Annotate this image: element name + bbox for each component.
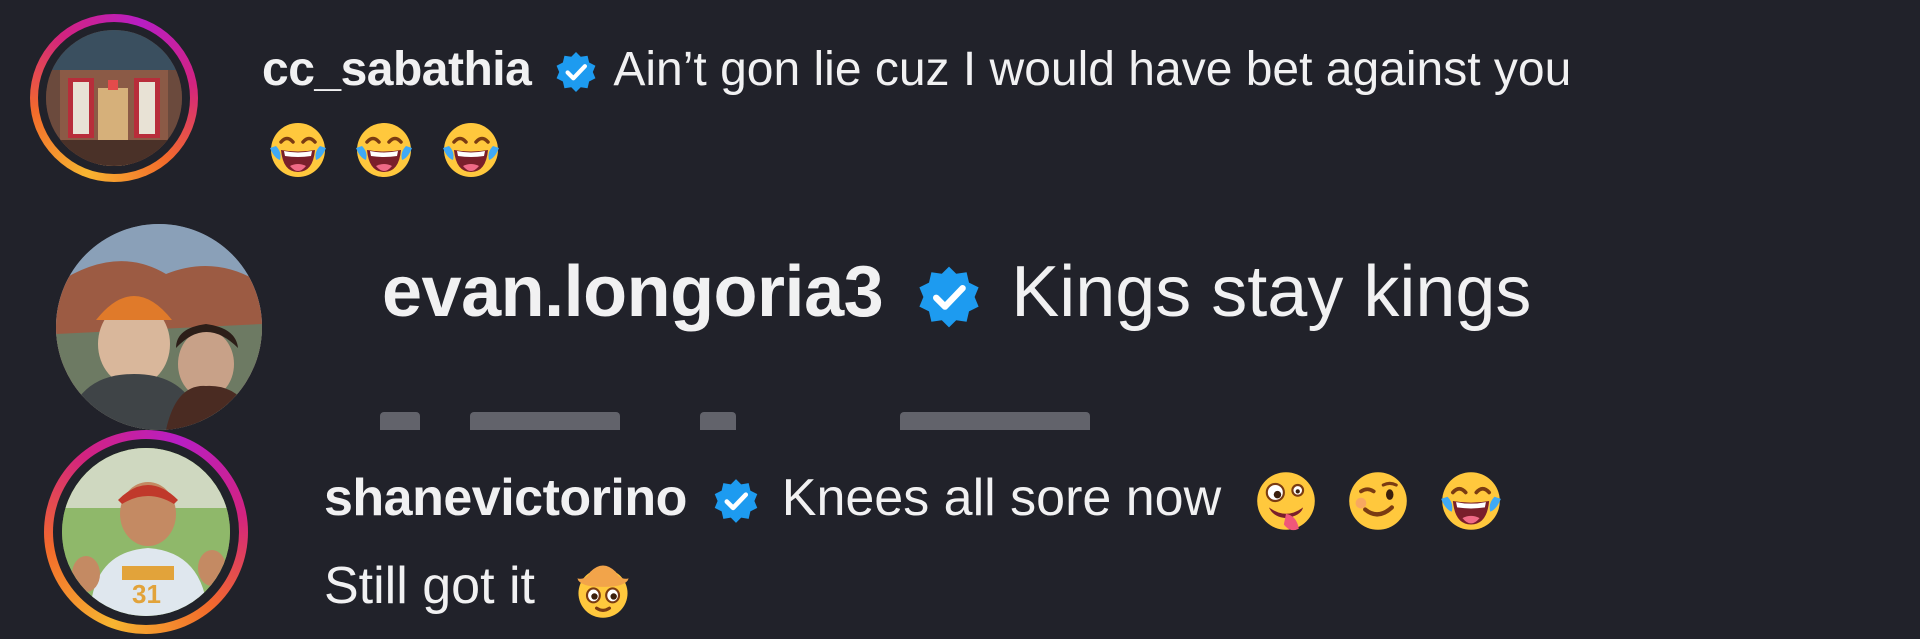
winking-face-emoji-icon (1346, 469, 1410, 533)
comment-text: Knees all sore now (781, 469, 1222, 527)
tears-of-joy-emoji-icon (354, 120, 414, 180)
comment-meta-row-clipped (380, 412, 1100, 430)
verified-badge-icon (555, 51, 597, 93)
cowboy-face-emoji-icon (571, 557, 635, 621)
avatar-photo (56, 224, 262, 430)
comment-text-line2: Still got it (324, 557, 535, 615)
verified-badge-icon (713, 478, 759, 524)
verified-badge-icon (917, 265, 981, 329)
avatar[interactable]: 31 (62, 448, 230, 616)
avatar-photo (46, 30, 182, 166)
tears-of-joy-emoji-icon (441, 120, 501, 180)
comment-text: Kings stay kings (1011, 252, 1532, 332)
comment-text: Ain’t gon lie cuz I would have bet again… (613, 43, 1572, 96)
avatar-photo: 31 (62, 448, 230, 616)
avatar[interactable] (46, 30, 182, 166)
zany-face-emoji-icon (1254, 469, 1318, 533)
username[interactable]: evan.longoria3 (382, 252, 884, 332)
username[interactable]: cc_sabathia (262, 43, 532, 96)
svg-text:31: 31 (132, 579, 161, 609)
tears-of-joy-emoji-icon (1439, 469, 1503, 533)
username[interactable]: shanevictorino (324, 469, 687, 527)
tears-of-joy-emoji-icon (268, 120, 328, 180)
avatar[interactable] (56, 224, 262, 430)
